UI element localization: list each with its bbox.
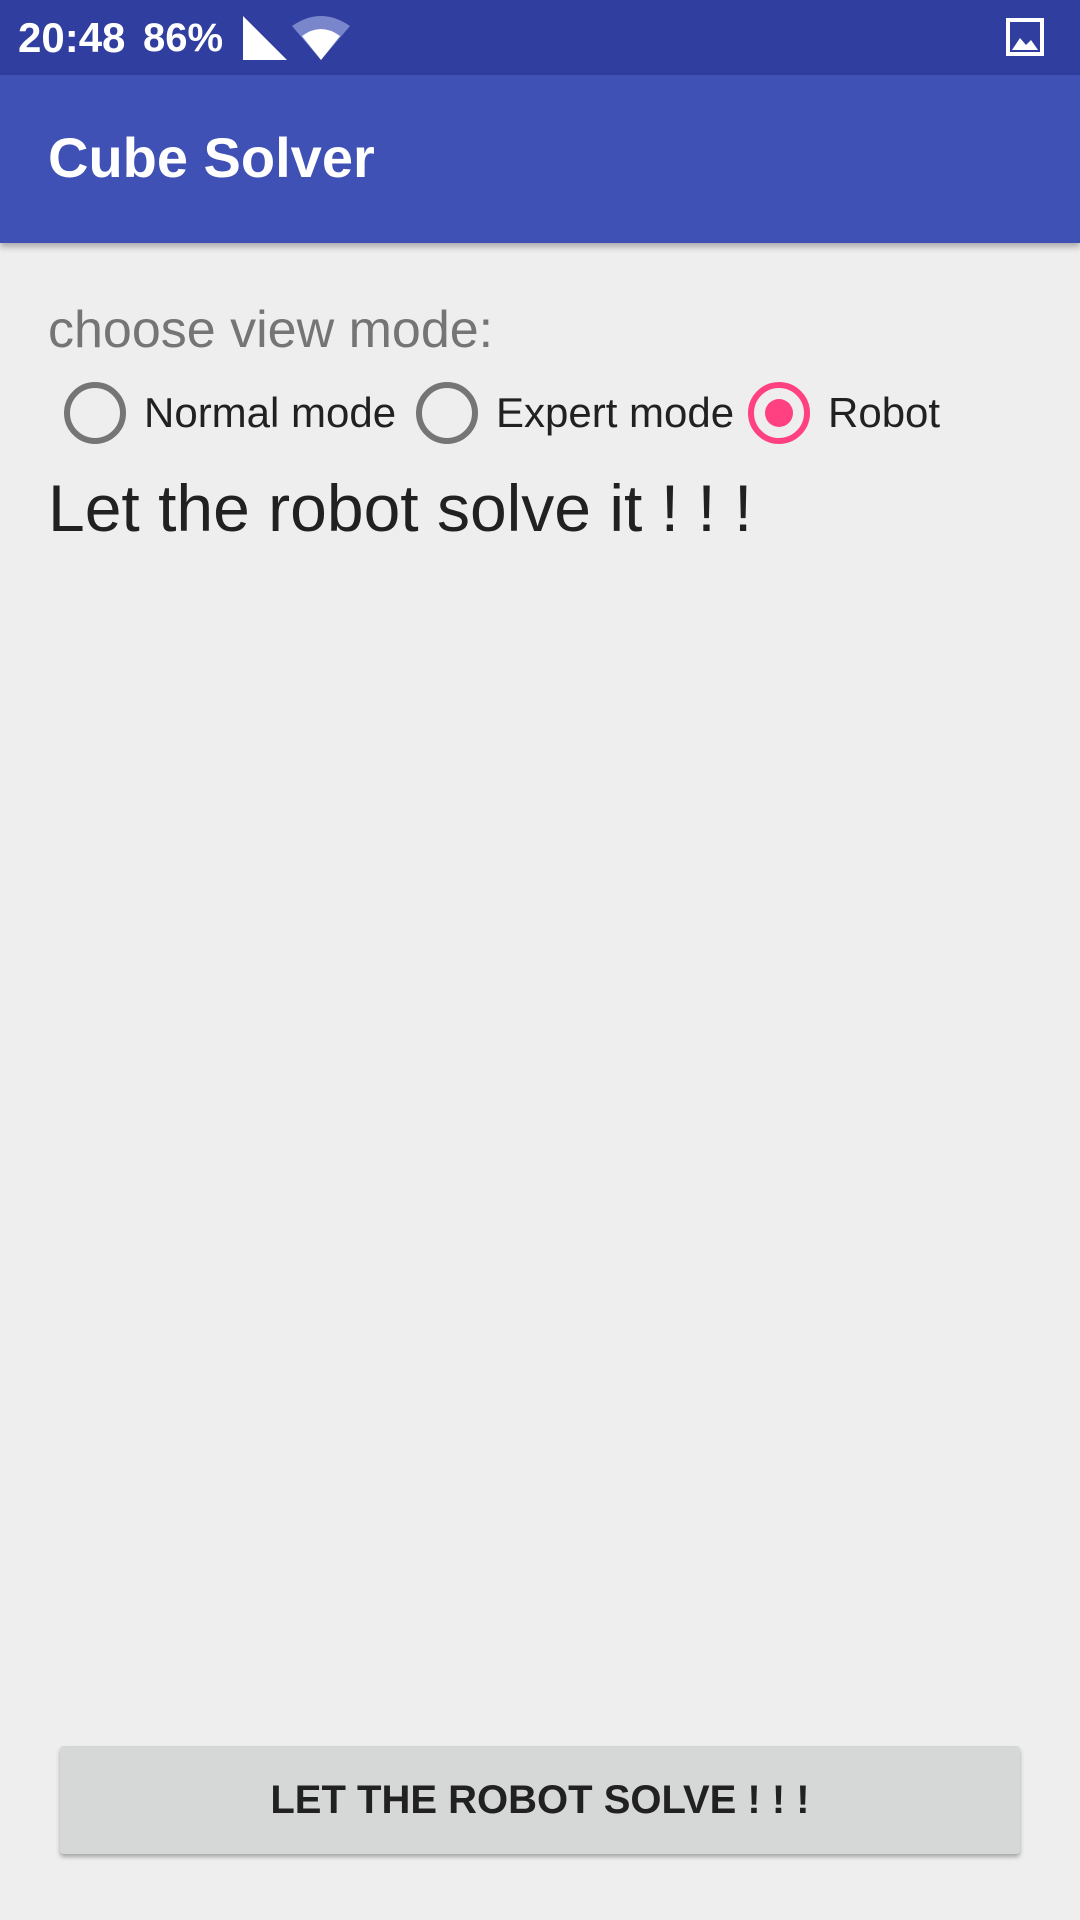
- radio-button-icon[interactable]: [64, 382, 126, 444]
- status-bar: 20:48 86%: [0, 0, 1080, 75]
- robot-solve-button[interactable]: LET THE ROBOT SOLVE ! ! !: [60, 1746, 1020, 1854]
- robot-message: Let the robot solve it ! ! !: [48, 471, 753, 545]
- radio-robot[interactable]: Robot: [748, 378, 940, 448]
- view-mode-label: choose view mode:: [48, 301, 494, 359]
- battery-percentage: 86%: [143, 16, 224, 60]
- status-time: 20:48: [18, 14, 126, 61]
- radio-button-checked-icon[interactable]: [748, 382, 810, 444]
- app-bar: Cube Solver: [0, 75, 1080, 243]
- image-icon: [1006, 18, 1044, 56]
- radio-label-robot: Robot: [828, 389, 941, 436]
- radio-normal-mode[interactable]: Normal mode: [64, 378, 396, 448]
- radio-expert-mode[interactable]: Expert mode: [416, 378, 734, 448]
- signal-icon: [243, 16, 287, 60]
- radio-label-expert-mode: Expert mode: [496, 389, 735, 436]
- wifi-icon: [292, 16, 350, 60]
- radio-label-normal-mode: Normal mode: [144, 389, 397, 436]
- app-title: Cube Solver: [48, 126, 375, 189]
- view-mode-radio-group: Normal mode Expert mode Robot: [0, 378, 1080, 448]
- radio-button-icon[interactable]: [416, 382, 478, 444]
